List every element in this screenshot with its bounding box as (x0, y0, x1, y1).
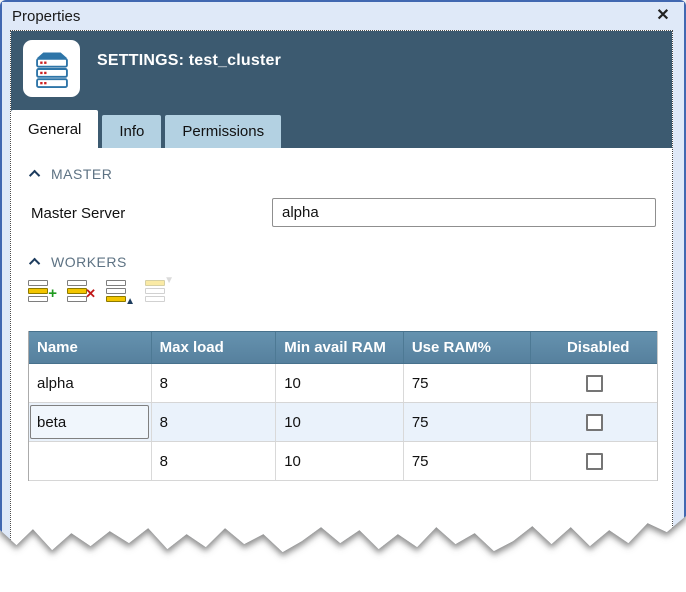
arrow-up-icon: ▲ (125, 297, 135, 307)
workers-toolbar: + ✕ ▲ (26, 278, 175, 308)
collapse-chevron-icon (29, 258, 40, 269)
cell-name[interactable] (29, 442, 151, 480)
cell-name-editing[interactable]: beta (29, 403, 151, 441)
delete-row-button[interactable]: ✕ (65, 278, 97, 308)
cell-disabled (530, 403, 657, 441)
column-header-use-ram[interactable]: Use RAM% (403, 332, 531, 363)
row-stack-icon (28, 280, 48, 302)
properties-window: Properties ✕ (0, 0, 686, 560)
master-server-input[interactable] (272, 198, 656, 227)
move-row-down-button: ▼ (143, 278, 175, 308)
row-stack-icon (67, 280, 87, 302)
disabled-checkbox[interactable] (586, 453, 603, 470)
cell-min-avail-ram[interactable]: 10 (275, 403, 403, 441)
dialog-content: SETTINGS: test_cluster General Info Perm… (10, 30, 673, 560)
table-row[interactable]: beta 8 10 75 (29, 403, 657, 442)
tab-permissions[interactable]: Permissions (165, 115, 281, 148)
workers-table: Name Max load Min avail RAM Use RAM% Dis… (28, 331, 658, 481)
cell-name[interactable]: alpha (29, 364, 151, 402)
cell-disabled (530, 442, 657, 480)
table-header-row: Name Max load Min avail RAM Use RAM% Dis… (29, 331, 657, 364)
cell-use-ram[interactable]: 75 (403, 403, 531, 441)
cell-disabled (530, 364, 657, 402)
move-row-up-button[interactable]: ▲ (104, 278, 136, 308)
disabled-checkbox[interactable] (586, 414, 603, 431)
column-header-name[interactable]: Name (29, 332, 151, 363)
table-row[interactable]: 8 10 75 (29, 442, 657, 481)
window-titlebar: Properties ✕ (2, 2, 684, 30)
tab-bar: General Info Permissions (11, 110, 672, 148)
master-section-toggle[interactable]: MASTER (32, 166, 112, 182)
column-header-disabled[interactable]: Disabled (530, 332, 657, 363)
row-stack-icon (145, 280, 165, 302)
column-header-min-avail-ram[interactable]: Min avail RAM (275, 332, 403, 363)
cell-max-load[interactable]: 8 (151, 442, 276, 480)
settings-title: SETTINGS: test_cluster (97, 52, 281, 70)
cell-max-load[interactable]: 8 (151, 403, 276, 441)
close-icon[interactable]: ✕ (652, 6, 674, 26)
server-icon (23, 40, 80, 97)
disabled-checkbox[interactable] (586, 375, 603, 392)
add-row-button[interactable]: + (26, 278, 58, 308)
collapse-chevron-icon (29, 170, 40, 181)
row-stack-icon (106, 280, 126, 302)
inline-cell-editor[interactable]: beta (30, 405, 149, 439)
delete-x-icon: ✕ (85, 287, 96, 300)
tab-info[interactable]: Info (102, 115, 161, 148)
plus-icon: + (48, 286, 57, 301)
cell-max-load[interactable]: 8 (151, 364, 276, 402)
workers-section-label: WORKERS (51, 254, 127, 270)
column-header-max-load[interactable]: Max load (151, 332, 276, 363)
cell-min-avail-ram[interactable]: 10 (275, 442, 403, 480)
arrow-down-icon: ▼ (164, 276, 174, 286)
table-row[interactable]: alpha 8 10 75 (29, 364, 657, 403)
window-title: Properties (12, 8, 80, 25)
server-icon-svg (30, 47, 74, 91)
workers-section-toggle[interactable]: WORKERS (32, 254, 127, 270)
master-section-label: MASTER (51, 166, 112, 182)
cell-use-ram[interactable]: 75 (403, 364, 531, 402)
cell-min-avail-ram[interactable]: 10 (275, 364, 403, 402)
master-server-label: Master Server (31, 205, 125, 222)
settings-header: SETTINGS: test_cluster General Info Perm… (11, 31, 672, 148)
general-tab-panel: MASTER Master Server WORKERS + (11, 148, 672, 561)
torn-paper-wrapper: Properties ✕ (0, 0, 686, 560)
cell-use-ram[interactable]: 75 (403, 442, 531, 480)
tab-general[interactable]: General (11, 110, 98, 148)
